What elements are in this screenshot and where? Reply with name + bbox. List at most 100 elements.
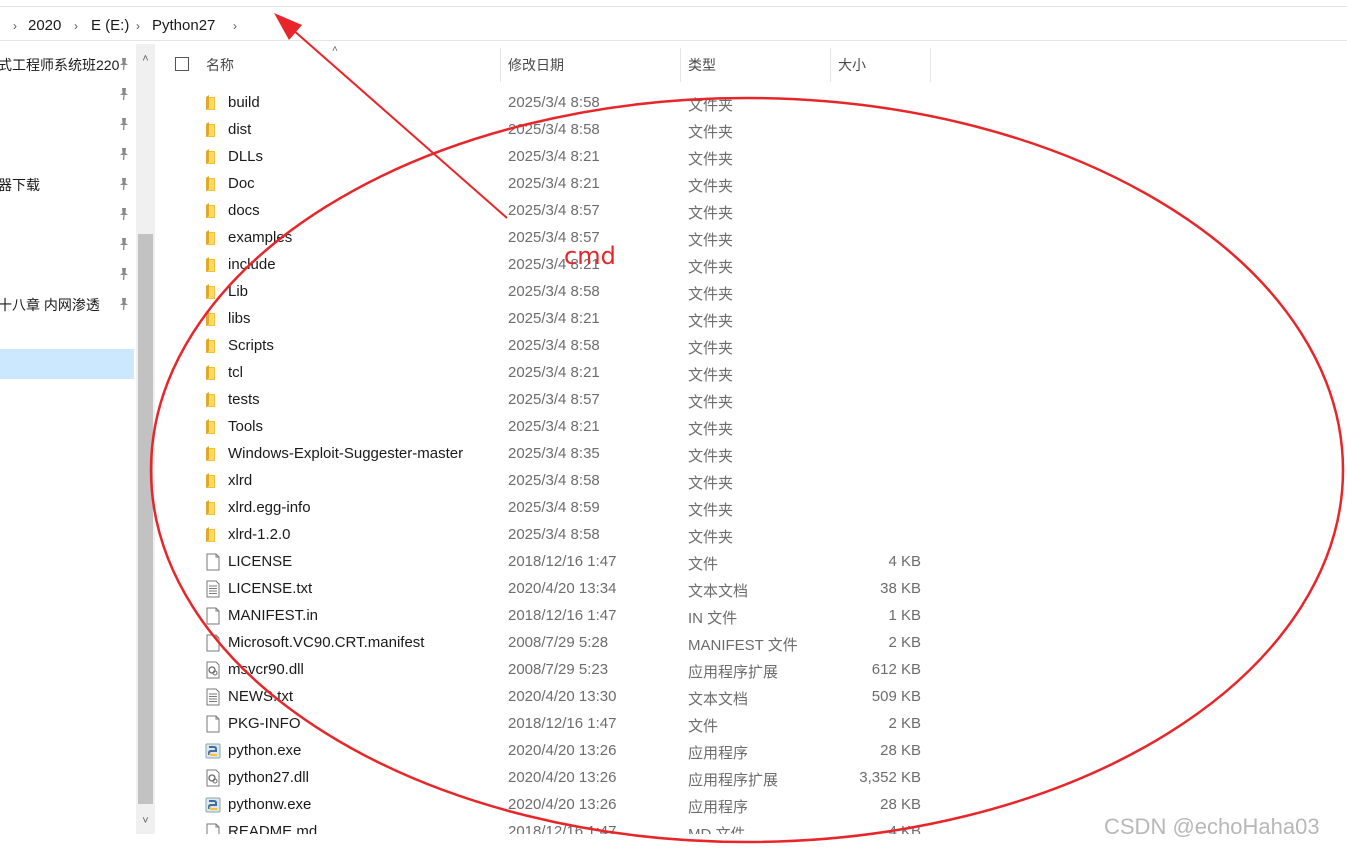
nav-item[interactable] — [0, 140, 136, 170]
chevron-right-icon[interactable]: › — [71, 16, 81, 36]
file-name: PKG-INFO — [228, 715, 301, 732]
file-row[interactable]: MANIFEST.in 2018/12/16 1:47 IN 文件 1 KB — [160, 603, 940, 630]
select-all-checkbox[interactable] — [175, 57, 189, 71]
column-divider[interactable] — [930, 48, 931, 82]
nav-item[interactable] — [0, 80, 136, 110]
breadcrumb-item[interactable]: Python27 — [152, 16, 215, 36]
folder-icon — [206, 149, 215, 164]
file-type: 文件夹 — [688, 394, 734, 411]
file-row[interactable]: msvcr90.dll 2008/7/29 5:23 应用程序扩展 612 KB — [160, 657, 940, 684]
file-date: 2025/3/4 8:21 — [508, 148, 600, 165]
file-size: 1 KB — [888, 607, 921, 624]
file-size: 2 KB — [888, 634, 921, 651]
scroll-up-icon[interactable]: ˄ — [136, 48, 155, 70]
file-row[interactable]: docs 2025/3/4 8:57 文件夹 — [160, 198, 940, 225]
file-type: 文件夹 — [688, 313, 734, 330]
file-row[interactable]: pythonw.exe 2020/4/20 13:26 应用程序 28 KB — [160, 792, 940, 819]
file-type: 文件 — [688, 556, 719, 573]
file-list[interactable]: build 2025/3/4 8:58 文件夹 dist 2025/3/4 8:58 文件… — [160, 90, 960, 834]
scrollbar-thumb[interactable] — [138, 234, 153, 804]
file-row[interactable]: NEWS.txt 2020/4/20 13:30 文本文档 509 KB — [160, 684, 940, 711]
folder-icon — [206, 230, 215, 245]
nav-item[interactable] — [0, 260, 136, 290]
chevron-right-icon[interactable]: › — [10, 16, 20, 36]
navigation-pane[interactable]: 式工程师系统班220 器下载十八章 内网渗透 — [0, 44, 136, 834]
file-row[interactable]: build 2025/3/4 8:58 文件夹 — [160, 90, 940, 117]
file-row[interactable]: include 2025/3/4 8:21 文件夹 — [160, 252, 940, 279]
pin-icon[interactable] — [117, 117, 131, 131]
file-date: 2018/12/16 1:47 — [508, 823, 617, 834]
file-row[interactable]: xlrd.egg-info 2025/3/4 8:59 文件夹 — [160, 495, 940, 522]
file-row[interactable]: python.exe 2020/4/20 13:26 应用程序 28 KB — [160, 738, 940, 765]
pin-icon[interactable] — [117, 177, 131, 191]
file-type: MD 文件 — [688, 823, 746, 834]
address-bar[interactable]: › 2020 › E (E:) › Python27 › — [0, 8, 1347, 41]
file-name: xlrd-1.2.0 — [228, 526, 291, 543]
nav-item[interactable] — [0, 200, 136, 230]
file-date: 2008/7/29 5:28 — [508, 634, 609, 651]
nav-scrollbar[interactable]: ˄ ˅ — [136, 44, 155, 834]
folder-icon — [206, 446, 215, 461]
column-size[interactable]: 大小 — [832, 48, 930, 82]
pin-icon[interactable] — [117, 207, 131, 221]
file-row[interactable]: Windows-Exploit-Suggester-master 2025/3/4… — [160, 441, 940, 468]
file-row[interactable]: dist 2025/3/4 8:58 文件夹 — [160, 117, 940, 144]
column-type[interactable]: 类型 — [682, 48, 830, 82]
file-row[interactable]: PKG-INFO 2018/12/16 1:47 文件 2 KB — [160, 711, 940, 738]
file-name: build — [228, 94, 260, 111]
nav-item[interactable] — [0, 110, 136, 140]
pin-icon[interactable] — [117, 297, 131, 311]
column-divider[interactable] — [680, 48, 681, 82]
pin-icon[interactable] — [117, 57, 131, 71]
file-row[interactable]: python27.dll 2020/4/20 13:26 应用程序扩展 3,352 K… — [160, 765, 940, 792]
file-row[interactable]: Microsoft.VC90.CRT.manifest 2008/7/29 5:2… — [160, 630, 940, 657]
file-row[interactable]: xlrd 2025/3/4 8:58 文件夹 — [160, 468, 940, 495]
nav-item-label: 器下载 — [0, 177, 40, 193]
file-row[interactable]: DLLs 2025/3/4 8:21 文件夹 — [160, 144, 940, 171]
chevron-right-icon[interactable]: › — [133, 16, 143, 36]
file-row[interactable]: tests 2025/3/4 8:57 文件夹 — [160, 387, 940, 414]
column-divider[interactable] — [500, 48, 501, 82]
column-date[interactable]: 修改日期 — [502, 48, 680, 82]
file-row[interactable]: LICENSE 2018/12/16 1:47 文件 4 KB — [160, 549, 940, 576]
file-row[interactable]: tcl 2025/3/4 8:21 文件夹 — [160, 360, 940, 387]
file-date: 2018/12/16 1:47 — [508, 607, 617, 624]
file-size: 28 KB — [880, 742, 921, 759]
file-date: 2025/3/4 8:58 — [508, 526, 600, 543]
nav-item[interactable]: 十八章 内网渗透 — [0, 290, 136, 320]
file-row[interactable]: Doc 2025/3/4 8:21 文件夹 — [160, 171, 940, 198]
column-name[interactable]: 名称 — [200, 48, 500, 82]
file-name: Windows-Exploit-Suggester-master — [228, 445, 464, 462]
nav-item[interactable] — [0, 230, 136, 260]
file-name: include — [228, 256, 276, 273]
scroll-down-icon[interactable]: ˅ — [136, 810, 155, 832]
file-row[interactable]: xlrd-1.2.0 2025/3/4 8:58 文件夹 — [160, 522, 940, 549]
pin-icon[interactable] — [117, 147, 131, 161]
nav-item[interactable]: 器下载 — [0, 170, 136, 200]
text-file-icon — [206, 580, 220, 598]
folder-icon — [206, 176, 215, 191]
file-name: README.md — [228, 823, 318, 834]
file-row[interactable]: examples 2025/3/4 8:57 文件夹 — [160, 225, 940, 252]
file-row[interactable]: LICENSE.txt 2020/4/20 13:34 文本文档 38 KB — [160, 576, 940, 603]
nav-selected-item[interactable] — [0, 349, 134, 379]
chevron-right-icon[interactable]: › — [230, 16, 240, 36]
file-date: 2025/3/4 8:35 — [508, 445, 600, 462]
file-row[interactable]: libs 2025/3/4 8:21 文件夹 — [160, 306, 940, 333]
file-type: 文本文档 — [688, 583, 749, 600]
file-row[interactable]: README.md 2018/12/16 1:47 MD 文件 4 KB — [160, 819, 940, 834]
file-size: 509 KB — [871, 688, 921, 705]
breadcrumb-item[interactable]: 2020 — [28, 16, 61, 36]
python-icon — [205, 797, 221, 813]
file-date: 2025/3/4 8:57 — [508, 391, 600, 408]
column-header: ˄ 名称 修改日期 类型 大小 — [160, 44, 940, 82]
file-row[interactable]: Tools 2025/3/4 8:21 文件夹 — [160, 414, 940, 441]
nav-item[interactable]: 式工程师系统班220 — [0, 50, 136, 80]
breadcrumb-item[interactable]: E (E:) — [91, 16, 129, 36]
pin-icon[interactable] — [117, 237, 131, 251]
pin-icon[interactable] — [117, 87, 131, 101]
pin-icon[interactable] — [117, 267, 131, 281]
column-divider[interactable] — [830, 48, 831, 82]
file-row[interactable]: Scripts 2025/3/4 8:58 文件夹 — [160, 333, 940, 360]
file-row[interactable]: Lib 2025/3/4 8:58 文件夹 — [160, 279, 940, 306]
